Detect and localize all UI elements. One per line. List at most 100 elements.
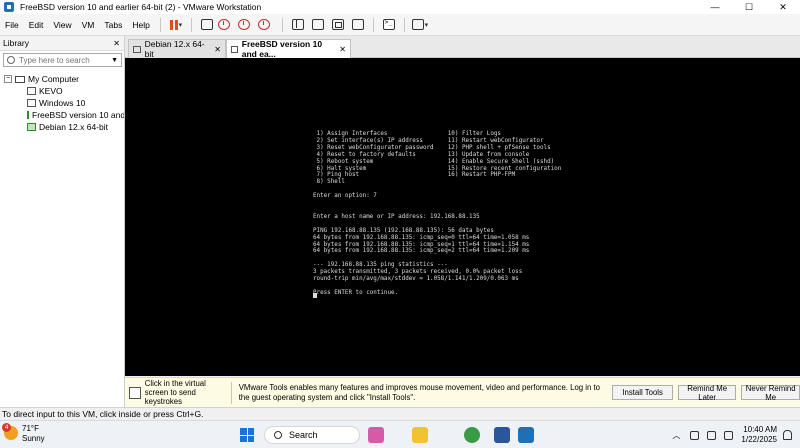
chevron-down-icon: ▾ (178, 21, 183, 29)
hint-divider (230, 381, 232, 404)
weather-temp: 71°F (22, 424, 39, 433)
full-screen-button[interactable] (329, 17, 347, 33)
thumbnail-icon (311, 19, 324, 30)
full-screen-icon (331, 19, 344, 30)
wifi-icon[interactable] (690, 430, 700, 440)
tree-item-label: Windows 10 (39, 98, 86, 108)
menu-file[interactable]: File (0, 20, 24, 30)
notification-bell-icon[interactable] (783, 430, 792, 440)
toolbar-separator (190, 17, 192, 32)
snapshot-button[interactable] (217, 17, 236, 33)
search-icon (7, 56, 15, 64)
suspend-button[interactable]: ▾ (167, 17, 185, 33)
tab-close-icon[interactable]: ✕ (214, 45, 221, 54)
vm-running-icon (27, 111, 29, 119)
vm-console-screen[interactable]: 1) Assign Interfaces 10) Filter Logs 2) … (125, 58, 800, 376)
vm-icon (231, 45, 238, 53)
library-tree: − My Computer KEVO Windows 10 FreeBSD ve… (0, 73, 124, 133)
minimize-button[interactable]: — (698, 0, 732, 14)
snapshot-clock-icon (217, 19, 230, 30)
speaker-icon[interactable] (707, 430, 717, 440)
clock[interactable]: 10:40 AM 1/22/2025 (741, 425, 777, 445)
widgets-icon[interactable] (368, 427, 384, 443)
window-controls: — ☐ ✕ (698, 0, 800, 14)
clock-date: 1/22/2025 (741, 435, 777, 444)
search-label: Search (289, 430, 318, 440)
tree-item-windows-10[interactable]: Windows 10 (0, 97, 124, 109)
vm-icon (27, 99, 36, 107)
title-bar: FreeBSD version 10 and earlier 64-bit (2… (0, 0, 800, 14)
toolbar-separator (403, 17, 405, 32)
file-explorer-icon[interactable] (412, 427, 428, 443)
weather-widget[interactable]: 4 71°F Sunny (2, 423, 45, 444)
tree-item-freebsd[interactable]: FreeBSD version 10 and e (0, 109, 124, 121)
library-close-icon[interactable]: ✕ (113, 39, 120, 48)
terminal-icon (382, 19, 395, 30)
toolbar-separator (159, 17, 161, 32)
tree-item-label: FreeBSD version 10 and e (32, 110, 124, 120)
unity-button[interactable] (349, 17, 367, 33)
unity-icon (351, 19, 364, 30)
weather-text: 71°F Sunny (22, 424, 45, 444)
menu-edit[interactable]: Edit (24, 20, 49, 30)
notification-badge: 4 (2, 423, 11, 432)
word-icon[interactable] (494, 427, 510, 443)
tab-close-icon[interactable]: ✕ (339, 45, 346, 54)
revert-snapshot-button[interactable] (237, 17, 256, 33)
windows-taskbar: 4 71°F Sunny Search ︿ 10:40 AM 1/22/2025 (0, 420, 800, 448)
menu-tabs[interactable]: Tabs (99, 20, 127, 30)
mouse-click-icon (129, 386, 141, 399)
thumbnail-bar-button[interactable] (309, 17, 327, 33)
pause-icon (169, 19, 178, 30)
windows-start-icon[interactable] (240, 428, 254, 442)
tree-item-my-computer[interactable]: − My Computer (0, 73, 124, 85)
taskbar-search-box[interactable]: Search (264, 426, 360, 444)
close-button[interactable]: ✕ (766, 0, 800, 14)
tree-item-kevo[interactable]: KEVO (0, 85, 124, 97)
tab-freebsd[interactable]: FreeBSD version 10 and ea... ✕ (226, 39, 351, 59)
menu-toolbar: File Edit View VM Tabs Help ▾ ▾ (0, 14, 800, 36)
chevron-up-icon[interactable]: ︿ (672, 430, 680, 441)
vmware-app-icon (4, 2, 14, 12)
toolbar-separator (281, 17, 283, 32)
snapshot-manager-button[interactable] (257, 17, 276, 33)
remind-me-later-button[interactable]: Remind Me Later (677, 384, 737, 402)
window-title: FreeBSD version 10 and earlier 64-bit (2… (20, 2, 262, 12)
hint-click-text: Click in the virtual screen to send keys… (144, 379, 206, 406)
keyboard-icon (200, 19, 213, 30)
console-view-button[interactable] (380, 17, 398, 33)
menu-view[interactable]: View (48, 20, 76, 30)
system-tray: ︿ 10:40 AM 1/22/2025 (672, 421, 800, 448)
install-tools-button[interactable]: Install Tools (612, 385, 673, 400)
tree-item-debian[interactable]: Debian 12.x 64-bit (0, 121, 124, 133)
tab-label: Debian 12.x 64-bit (144, 39, 205, 59)
collapse-icon[interactable]: − (4, 75, 12, 83)
vm-icon (133, 45, 141, 53)
library-search-input[interactable] (19, 55, 107, 65)
vm-tab-bar: Debian 12.x 64-bit ✕ FreeBSD version 10 … (125, 36, 800, 59)
stretch-guest-button[interactable]: ▾ (411, 17, 429, 33)
revert-icon (237, 19, 250, 30)
hint-message: VMware Tools enables many features and i… (238, 383, 601, 402)
battery-icon[interactable] (724, 430, 734, 440)
computer-icon (15, 75, 25, 83)
send-ctrl-alt-del-button[interactable] (198, 17, 216, 33)
tab-debian[interactable]: Debian 12.x 64-bit ✕ (128, 39, 226, 59)
never-remind-me-button[interactable]: Never Remind Me (741, 384, 800, 402)
show-library-button[interactable] (289, 17, 307, 33)
menu-help[interactable]: Help (127, 20, 154, 30)
vmware-icon[interactable] (518, 427, 534, 443)
weather-condition: Sunny (22, 434, 45, 443)
chevron-down-icon: ▾ (424, 21, 429, 29)
chrome-icon[interactable] (464, 427, 480, 443)
tree-item-label: My Computer (28, 74, 80, 84)
clock-time: 10:40 AM (743, 425, 777, 434)
tree-item-label: Debian 12.x 64-bit (39, 122, 108, 132)
maximize-button[interactable]: ☐ (732, 0, 766, 14)
library-search[interactable]: ▼ (3, 53, 122, 67)
status-bar: To direct input to this VM, click inside… (0, 407, 800, 420)
chevron-down-icon[interactable]: ▼ (111, 57, 118, 64)
menu-vm[interactable]: VM (77, 20, 100, 30)
snapshot-manager-icon (257, 19, 270, 30)
toolbar-separator (372, 17, 374, 32)
